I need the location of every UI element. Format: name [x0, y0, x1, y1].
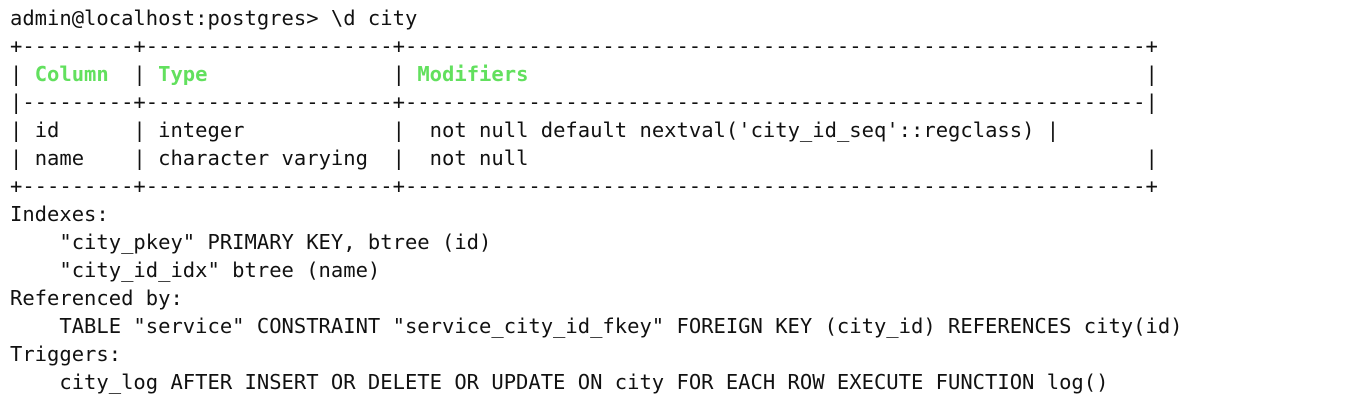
table-top-border: +---------+--------------------+--------… — [10, 34, 1158, 58]
command-line: admin@localhost:postgres> \d city — [10, 4, 1348, 32]
table-row: | name | character varying | not null | — [10, 146, 1158, 170]
cell-modifiers: not null default nextval('city_id_seq'::… — [429, 118, 1035, 142]
indexes-label: Indexes: — [10, 202, 109, 226]
table-bottom-border: +---------+--------------------+--------… — [10, 174, 1158, 198]
table-row: | id | integer | not null default nextva… — [10, 118, 1060, 142]
index-text: "city_id_idx" btree (name) — [59, 258, 381, 282]
cell-type: integer — [158, 118, 245, 142]
command-text[interactable]: \d city — [331, 6, 417, 30]
prompt: admin@localhost:postgres> — [10, 6, 331, 30]
referenced-label: Referenced by: — [10, 286, 183, 310]
cell-modifiers: not null — [429, 146, 529, 170]
table-header-separator: |---------+--------------------+--------… — [10, 90, 1158, 114]
header-type: Type — [158, 62, 208, 86]
trigger-text: city_log AFTER INSERT OR DELETE OR UPDAT… — [59, 370, 1109, 394]
terminal-window[interactable]: admin@localhost:postgres> \d city +-----… — [0, 0, 1358, 414]
index-text: "city_pkey" PRIMARY KEY, btree (id) — [59, 230, 492, 254]
reference-entry: TABLE "service" CONSTRAINT "service_city… — [10, 312, 1348, 340]
cell-column: name — [34, 146, 85, 170]
index-entry: "city_pkey" PRIMARY KEY, btree (id) — [10, 228, 1348, 256]
reference-text: TABLE "service" CONSTRAINT "service_city… — [59, 314, 1183, 338]
cell-column: id — [34, 118, 60, 142]
header-modifiers: Modifiers — [417, 62, 529, 86]
triggers-label: Triggers: — [10, 342, 122, 366]
table-header-row: | Column | Type | Modifiers | — [10, 62, 1158, 86]
index-entry: "city_id_idx" btree (name) — [10, 256, 1348, 284]
trigger-entry: city_log AFTER INSERT OR DELETE OR UPDAT… — [10, 368, 1348, 396]
header-column: Column — [34, 62, 109, 86]
cell-type: character varying — [158, 146, 368, 170]
